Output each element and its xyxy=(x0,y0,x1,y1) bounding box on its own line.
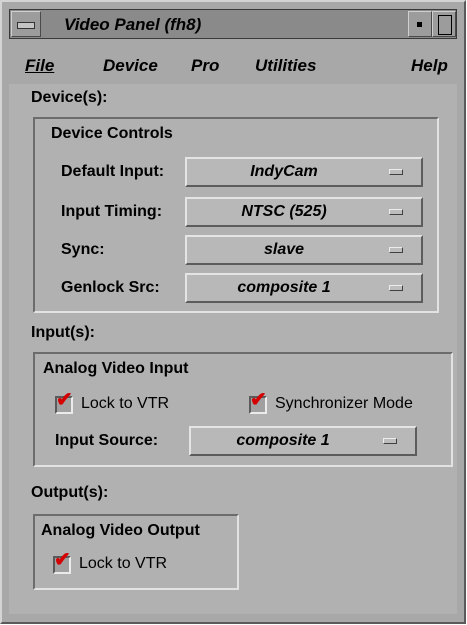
dropdown-indicator-icon xyxy=(389,247,403,253)
panel-body: Device(s): Device Controls Default Input… xyxy=(9,84,457,614)
genlock-src-value: composite 1 xyxy=(237,279,331,296)
default-input-dropdown[interactable]: IndyCam xyxy=(185,157,423,187)
analog-video-output-title: Analog Video Output xyxy=(41,522,200,539)
dropdown-indicator-icon xyxy=(383,438,397,444)
window-menu-button[interactable] xyxy=(11,11,41,37)
minimize-icon xyxy=(417,22,422,27)
genlock-src-dropdown[interactable]: composite 1 xyxy=(185,273,423,303)
analog-video-input-title: Analog Video Input xyxy=(43,360,189,377)
default-input-value: IndyCam xyxy=(250,163,318,180)
sync-value: slave xyxy=(263,241,305,258)
device-controls-group: Device Controls Default Input: IndyCam I… xyxy=(33,117,439,313)
input-timing-label: Input Timing: xyxy=(61,203,163,220)
checkmark-icon: ✔ xyxy=(54,549,71,571)
menu-bar: File Device Pro Utilities Help xyxy=(9,52,457,82)
lock-to-vtr-input-checkbox[interactable]: ✔ xyxy=(55,390,73,414)
lock-to-vtr-output-checkbox[interactable]: ✔ xyxy=(53,550,71,574)
inputs-section-label: Input(s): xyxy=(31,324,95,341)
analog-video-input-group: Analog Video Input ✔ Lock to VTR ✔ Synch… xyxy=(33,352,453,467)
default-input-label: Default Input: xyxy=(61,163,165,180)
menu-help[interactable]: Help xyxy=(411,56,448,76)
minimize-button[interactable] xyxy=(408,11,432,37)
input-timing-dropdown[interactable]: NTSC (525) xyxy=(185,197,423,227)
device-controls-title: Device Controls xyxy=(51,125,173,142)
menu-utilities[interactable]: Utilities xyxy=(255,56,316,76)
lock-to-vtr-input-label: Lock to VTR xyxy=(81,395,170,412)
dropdown-indicator-icon xyxy=(389,285,403,291)
sync-label: Sync: xyxy=(61,241,105,258)
menu-pro[interactable]: Pro xyxy=(191,56,219,76)
devices-section-label: Device(s): xyxy=(31,89,108,106)
input-source-value: composite 1 xyxy=(236,432,330,449)
synchronizer-mode-checkbox[interactable]: ✔ xyxy=(249,390,267,414)
genlock-src-label: Genlock Src: xyxy=(61,279,160,296)
input-timing-value: NTSC (525) xyxy=(241,203,327,220)
dropdown-indicator-icon xyxy=(389,169,403,175)
sync-dropdown[interactable]: slave xyxy=(185,235,423,265)
checkmark-icon: ✔ xyxy=(250,389,267,411)
window-title: Video Panel (fh8) xyxy=(64,15,202,34)
analog-video-output-group: Analog Video Output ✔ Lock to VTR xyxy=(33,514,239,590)
checkmark-icon: ✔ xyxy=(56,389,73,411)
lock-to-vtr-output-label: Lock to VTR xyxy=(79,555,168,572)
synchronizer-mode-label: Synchronizer Mode xyxy=(275,395,413,412)
outputs-section-label: Output(s): xyxy=(31,484,109,501)
dropdown-indicator-icon xyxy=(389,209,403,215)
maximize-button[interactable] xyxy=(432,11,456,37)
input-source-label: Input Source: xyxy=(55,432,159,449)
title-bar[interactable]: Video Panel (fh8) xyxy=(9,9,457,39)
menu-file[interactable]: File xyxy=(25,56,54,76)
window-menu-icon xyxy=(17,22,35,29)
menu-device[interactable]: Device xyxy=(103,56,158,76)
input-source-dropdown[interactable]: composite 1 xyxy=(189,426,417,456)
maximize-icon xyxy=(438,15,452,35)
